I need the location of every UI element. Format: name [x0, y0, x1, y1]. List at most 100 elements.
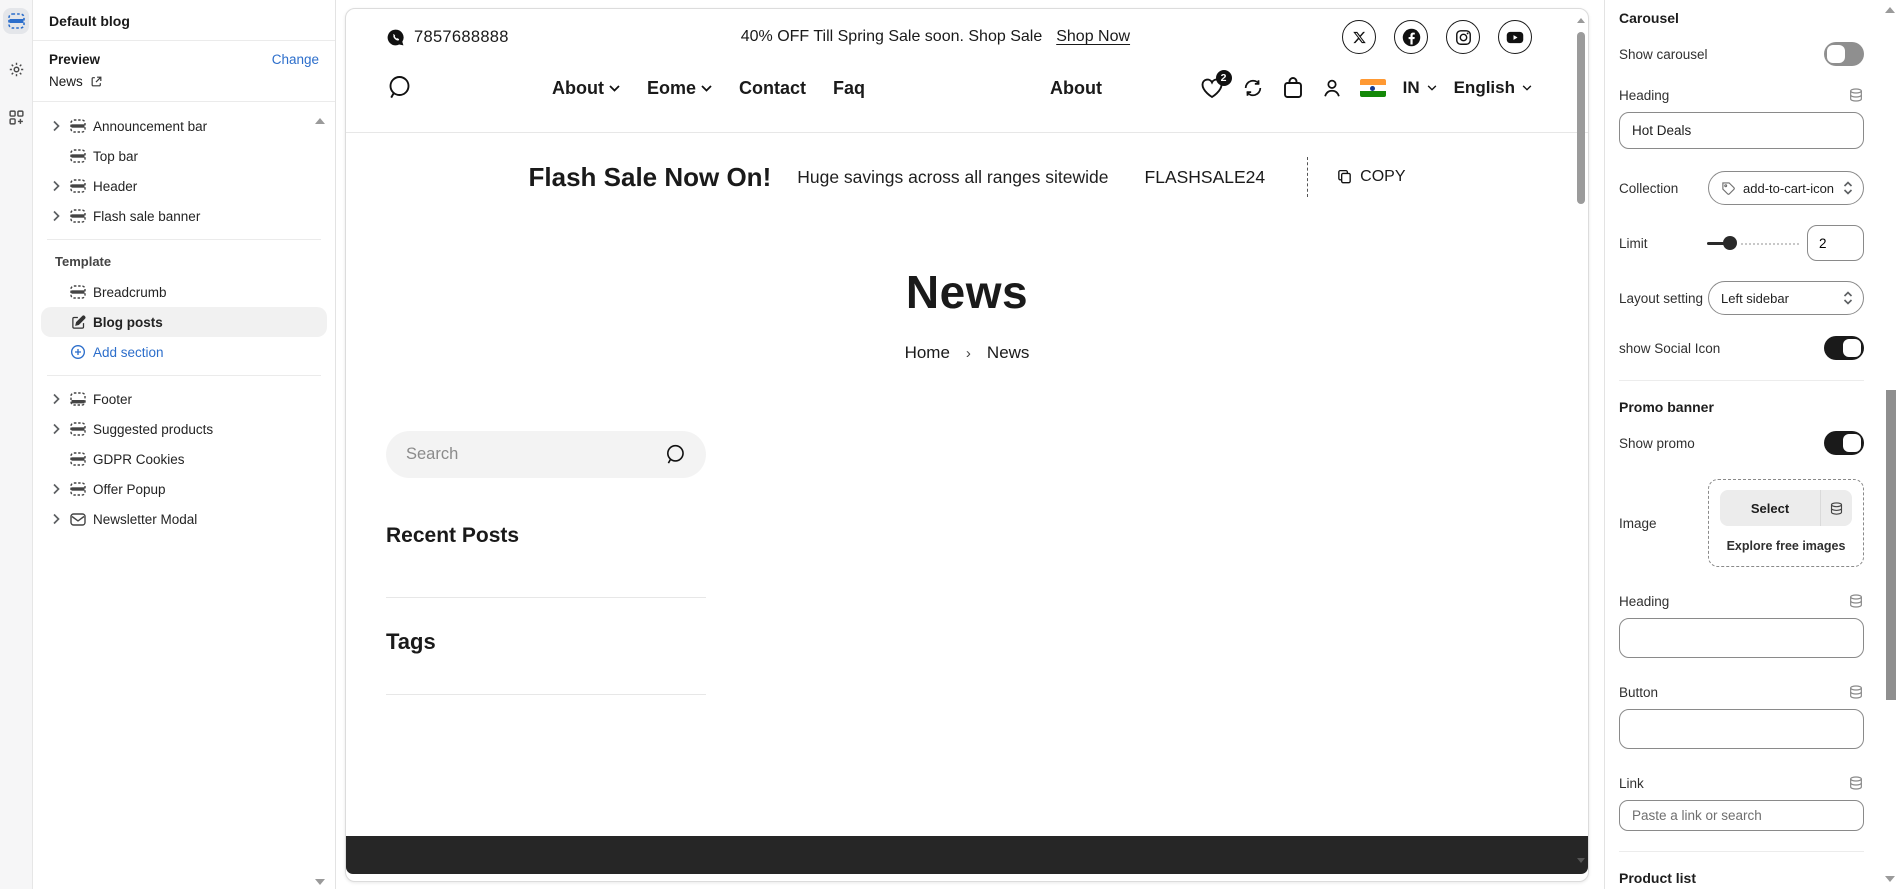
- compare-refresh-icon[interactable]: [1241, 77, 1265, 99]
- limit-value-input[interactable]: [1807, 225, 1864, 261]
- sidebar-item-footer[interactable]: Footer: [41, 384, 327, 414]
- external-link-icon[interactable]: [90, 75, 103, 88]
- sidebar-item-gdpr-cookies[interactable]: GDPR Cookies: [41, 444, 327, 474]
- limit-slider[interactable]: [1707, 235, 1799, 251]
- sidebar-item-suggested-products[interactable]: Suggested products: [41, 414, 327, 444]
- sidebar-item-label: Breadcrumb: [93, 285, 167, 300]
- sidebar-item-offer-popup[interactable]: Offer Popup: [41, 474, 327, 504]
- blog-search-input[interactable]: [406, 445, 664, 464]
- shop-now-link[interactable]: Shop Now: [1056, 28, 1130, 45]
- settings-scrollbar[interactable]: [1884, 0, 1898, 889]
- scroll-down-icon[interactable]: [1885, 876, 1895, 882]
- preview-scrollbar[interactable]: [1575, 9, 1587, 881]
- facebook-social-button[interactable]: [1394, 20, 1428, 54]
- promo-button-input[interactable]: [1619, 709, 1864, 749]
- dynamic-source-icon[interactable]: [1848, 684, 1864, 700]
- main-menu: About Eome Contact Faq: [552, 78, 865, 99]
- change-preview-link[interactable]: Change: [272, 52, 319, 67]
- flash-sale-title: Flash Sale Now On!: [529, 162, 772, 193]
- phone-contact[interactable]: 7857688888: [386, 28, 509, 47]
- sections-icon: [8, 13, 25, 29]
- apps-button[interactable]: [3, 104, 29, 130]
- show-social-icon-toggle[interactable]: [1824, 336, 1864, 360]
- chevron-right-icon[interactable]: [47, 483, 65, 495]
- instagram-icon: [1455, 29, 1472, 46]
- chevron-right-icon[interactable]: [47, 180, 65, 192]
- promo-banner-section-title: Promo banner: [1619, 399, 1864, 415]
- menu-item-eome[interactable]: Eome: [647, 78, 712, 99]
- collection-label: Collection: [1619, 181, 1678, 196]
- search-icon[interactable]: [386, 74, 412, 102]
- promo-heading-input[interactable]: [1619, 618, 1864, 658]
- chevron-right-icon[interactable]: [47, 120, 65, 132]
- country-select[interactable]: IN: [1403, 78, 1437, 98]
- settings-gear-icon: [8, 61, 25, 78]
- breadcrumb-home-link[interactable]: Home: [905, 343, 950, 363]
- explore-free-images-link[interactable]: Explore free images: [1720, 539, 1852, 553]
- scroll-up-icon[interactable]: [1885, 7, 1895, 13]
- nav-utility-icons: 2 IN English: [1200, 76, 1532, 100]
- sidebar-item-header[interactable]: Header: [41, 171, 327, 201]
- user-icon[interactable]: [1321, 76, 1343, 100]
- sidebar-item-flash-sale-banner[interactable]: Flash sale banner: [41, 201, 327, 231]
- promo-link-input[interactable]: [1619, 800, 1864, 831]
- sections-tab-button[interactable]: [3, 8, 29, 34]
- menu-item-about[interactable]: About: [552, 78, 620, 99]
- search-icon[interactable]: [664, 443, 686, 467]
- add-section-button[interactable]: Add section: [41, 337, 327, 367]
- carousel-heading-input[interactable]: [1619, 112, 1864, 149]
- sidebar-item-breadcrumb[interactable]: Breadcrumb: [41, 277, 327, 307]
- show-carousel-toggle[interactable]: [1824, 42, 1864, 66]
- secondary-about-link[interactable]: About: [1050, 78, 1102, 99]
- chevron-down-icon: [1522, 85, 1532, 91]
- chevron-right-icon[interactable]: [47, 513, 65, 525]
- section-icon: [65, 482, 91, 496]
- flash-sale-code: FLASHSALE24: [1145, 167, 1266, 188]
- scroll-down-icon[interactable]: [1577, 858, 1585, 863]
- x-social-button[interactable]: [1342, 20, 1376, 54]
- menu-item-faq[interactable]: Faq: [833, 78, 865, 99]
- chevron-right-icon[interactable]: [47, 423, 65, 435]
- slider-handle[interactable]: [1723, 236, 1737, 250]
- sidebar-scroll-up-icon[interactable]: [315, 118, 325, 124]
- scrollbar-thumb[interactable]: [1886, 390, 1896, 700]
- dynamic-source-icon[interactable]: [1820, 490, 1852, 526]
- left-icon-rail: [0, 0, 33, 889]
- breadcrumb-current: News: [987, 343, 1030, 363]
- dynamic-source-icon[interactable]: [1848, 775, 1864, 791]
- theme-settings-button[interactable]: [3, 56, 29, 82]
- dynamic-source-icon[interactable]: [1848, 593, 1864, 609]
- language-select[interactable]: English: [1454, 78, 1532, 98]
- youtube-social-button[interactable]: [1498, 20, 1532, 54]
- menu-item-contact[interactable]: Contact: [739, 78, 806, 99]
- chevron-down-icon: [1427, 85, 1437, 91]
- chevron-right-icon[interactable]: [47, 210, 65, 222]
- sidebar-item-label: Suggested products: [93, 422, 213, 437]
- sidebar-item-blog-posts[interactable]: Blog posts: [41, 307, 327, 337]
- collection-select[interactable]: add-to-cart-icon: [1708, 171, 1864, 205]
- sidebar-title: Default blog: [33, 0, 335, 41]
- instagram-social-button[interactable]: [1446, 20, 1480, 54]
- limit-label: Limit: [1619, 236, 1648, 251]
- image-select-button[interactable]: Select: [1720, 490, 1852, 526]
- scroll-up-icon[interactable]: [1577, 18, 1585, 23]
- sidebar-item-announcement-bar[interactable]: Announcement bar: [41, 111, 327, 141]
- chevron-right-icon[interactable]: [47, 393, 65, 405]
- image-picker: Select Explore free images: [1708, 479, 1864, 567]
- layout-setting-select[interactable]: Left sidebar: [1708, 281, 1864, 315]
- apps-icon: [8, 109, 25, 126]
- show-promo-toggle[interactable]: [1824, 431, 1864, 455]
- sidebar-scroll-down-icon[interactable]: [315, 879, 325, 885]
- preview-block: Preview Change News: [33, 41, 335, 102]
- dynamic-source-icon[interactable]: [1848, 87, 1864, 103]
- copy-code-button[interactable]: COPY: [1336, 168, 1405, 186]
- updown-icon: [1843, 291, 1853, 305]
- sidebar-item-newsletter-modal[interactable]: Newsletter Modal: [41, 504, 327, 534]
- wishlist-button[interactable]: 2: [1200, 77, 1224, 99]
- bag-icon[interactable]: [1282, 76, 1304, 100]
- blog-search-box[interactable]: [386, 431, 706, 478]
- sidebar-item-top-bar[interactable]: Top bar: [41, 141, 327, 171]
- scrollbar-thumb[interactable]: [1577, 32, 1585, 204]
- storefront-preview-card: 7857688888 40% OFF Till Spring Sale soon…: [345, 8, 1589, 882]
- section-icon: [65, 422, 91, 436]
